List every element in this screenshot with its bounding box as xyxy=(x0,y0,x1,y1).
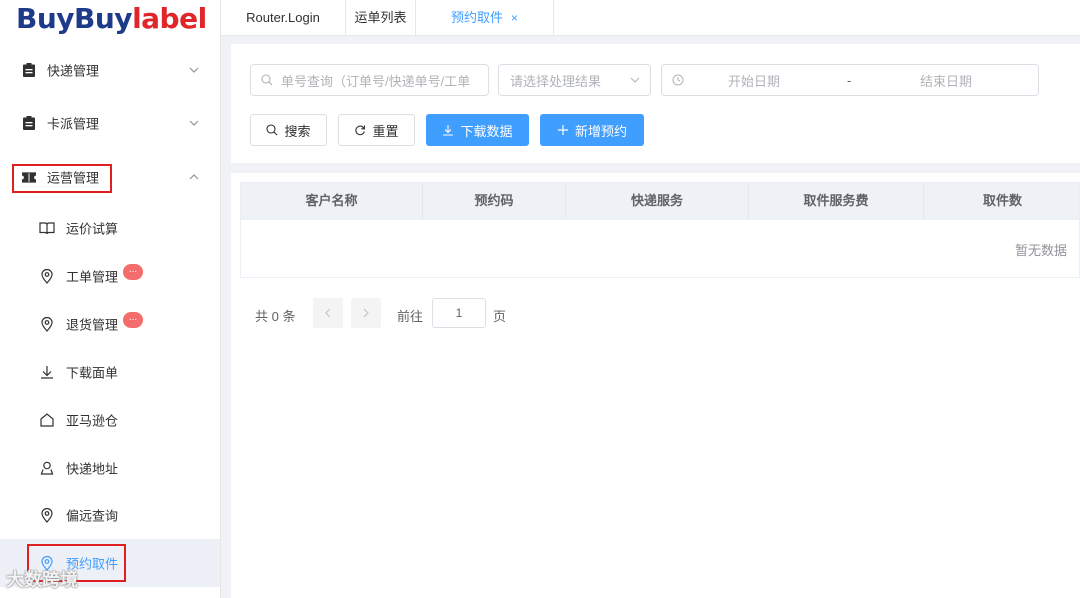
refresh-icon xyxy=(354,124,366,136)
download-data-button[interactable]: 下载数据 xyxy=(426,114,529,146)
download-data-button-label: 下载数据 xyxy=(460,123,513,139)
close-icon[interactable]: × xyxy=(511,11,518,25)
clock-icon xyxy=(672,74,684,86)
download-icon xyxy=(41,366,53,379)
sidebar-item-freight-calc[interactable]: 运价试算 xyxy=(0,204,220,252)
home-icon xyxy=(40,413,54,427)
pagination-goto-label: 前往 xyxy=(397,309,424,324)
pagination-page-suffix: 页 xyxy=(493,309,507,324)
main-content: 单号查询（订单号/快递单号/工单 请选择处理结果 开始日期 - 结束日期 搜索 … xyxy=(221,36,1080,598)
location-pin-icon xyxy=(41,507,53,523)
sidebar: BuyBuylabel 快递管理 卡派管理 运营管理 运价试算 工单管理 ...… xyxy=(0,0,221,598)
table-body: 暂无数据 xyxy=(240,220,1080,278)
filter-panel: 单号查询（订单号/快递单号/工单 请选择处理结果 开始日期 - 结束日期 搜索 … xyxy=(231,44,1080,163)
tab-bar: Router.Login 运单列表 预约取件 × xyxy=(221,0,1080,36)
empty-state-text: 暂无数据 xyxy=(1014,243,1067,258)
download-icon xyxy=(442,124,454,136)
sidebar-item-download-labels[interactable]: 下载面单 xyxy=(0,348,220,396)
search-icon xyxy=(266,124,278,136)
tab-pickup-booking[interactable]: 预约取件 × xyxy=(416,0,554,36)
next-page-button[interactable] xyxy=(351,298,381,328)
pagination-total: 共 0 条 xyxy=(255,309,296,324)
search-button[interactable]: 搜索 xyxy=(250,114,327,146)
notification-badge: ... xyxy=(123,264,143,280)
chevron-left-icon xyxy=(325,308,331,318)
chevron-right-icon xyxy=(363,308,369,318)
user-pin-icon xyxy=(40,461,54,475)
tab-router-login[interactable]: Router.Login xyxy=(221,0,346,36)
brand-logo-part2: label xyxy=(132,2,207,35)
column-header-customer[interactable]: 客户名称 xyxy=(241,183,423,219)
add-booking-button[interactable]: 新增预约 xyxy=(540,114,644,146)
add-booking-button-label: 新增预约 xyxy=(574,123,627,139)
start-date-input[interactable]: 开始日期 xyxy=(728,71,780,90)
reset-button-label: 重置 xyxy=(372,123,399,139)
column-header-booking-code[interactable]: 预约码 xyxy=(423,183,566,219)
app-root: BuyBuylabel 快递管理 卡派管理 运营管理 运价试算 工单管理 ...… xyxy=(0,0,1080,598)
sidebar-group-express[interactable]: 快递管理 xyxy=(0,44,220,96)
watermark: 大数跨境 xyxy=(6,570,78,590)
sidebar-item-remote-query[interactable]: 偏远查询 xyxy=(0,491,220,539)
sidebar-item-label: 下载面单 xyxy=(66,365,119,381)
column-header-pickup-count[interactable]: 取件数 xyxy=(924,183,1080,219)
clipboard-icon xyxy=(22,62,36,78)
sidebar-group-label: 卡派管理 xyxy=(47,116,100,132)
chevron-down-icon xyxy=(630,77,640,83)
search-placeholder: 单号查询（订单号/快递单号/工单 xyxy=(281,73,471,89)
sidebar-item-label: 偏远查询 xyxy=(66,508,119,524)
chevron-down-icon xyxy=(189,120,199,126)
sidebar-item-tickets[interactable]: 工单管理 ... xyxy=(0,252,220,300)
sidebar-item-label: 运价试算 xyxy=(66,221,119,237)
location-pin-icon xyxy=(41,268,53,284)
book-icon xyxy=(39,222,55,235)
reset-button[interactable]: 重置 xyxy=(338,114,415,146)
sidebar-item-label: 快递地址 xyxy=(66,461,119,477)
sidebar-group-label: 运营管理 xyxy=(47,170,100,186)
sidebar-item-express-address[interactable]: 快递地址 xyxy=(0,444,220,492)
brand-logo-part1: BuyBuy xyxy=(16,2,133,35)
ticket-icon xyxy=(22,169,36,185)
chevron-up-icon xyxy=(189,174,199,180)
column-header-pickup-fee[interactable]: 取件服务费 xyxy=(749,183,924,219)
sidebar-item-returns[interactable]: 退货管理 ... xyxy=(0,300,220,348)
result-select-placeholder: 请选择处理结果 xyxy=(510,73,602,89)
search-input[interactable]: 单号查询（订单号/快递单号/工单 xyxy=(250,64,489,96)
result-select[interactable]: 请选择处理结果 xyxy=(498,64,651,96)
sidebar-item-label: 退货管理 xyxy=(66,317,119,333)
chevron-down-icon xyxy=(189,67,199,73)
search-icon xyxy=(261,74,273,86)
sidebar-item-label: 工单管理 xyxy=(66,269,119,285)
sidebar-group-operations[interactable]: 运营管理 xyxy=(0,151,220,203)
sidebar-item-label: 亚马逊仓 xyxy=(66,413,119,429)
prev-page-button[interactable] xyxy=(313,298,343,328)
table-header: 客户名称 预约码 快递服务 取件服务费 取件数 xyxy=(240,182,1080,220)
date-separator: - xyxy=(847,72,852,88)
tab-label: 预约取件 xyxy=(450,10,503,25)
tab-label: Router.Login xyxy=(246,10,320,25)
tab-label: 运单列表 xyxy=(354,10,407,25)
search-button-label: 搜索 xyxy=(284,123,311,139)
location-pin-icon xyxy=(41,316,53,332)
column-header-express-service[interactable]: 快递服务 xyxy=(566,183,749,219)
sidebar-group-truck[interactable]: 卡派管理 xyxy=(0,97,220,149)
tab-waybill-list[interactable]: 运单列表 xyxy=(346,0,416,36)
sidebar-item-amazon-warehouse[interactable]: 亚马逊仓 xyxy=(0,396,220,444)
page-number-input[interactable]: 1 xyxy=(432,298,486,328)
notification-badge: ... xyxy=(123,312,143,328)
plus-icon xyxy=(557,124,569,136)
table-panel: 客户名称 预约码 快递服务 取件服务费 取件数 暂无数据 共 0 条 前往 1 … xyxy=(231,173,1080,598)
date-range-picker[interactable]: 开始日期 - 结束日期 xyxy=(661,64,1039,96)
clipboard-icon xyxy=(22,115,36,131)
brand-logo[interactable]: BuyBuylabel xyxy=(16,2,207,35)
sidebar-group-label: 快递管理 xyxy=(47,63,100,79)
end-date-input[interactable]: 结束日期 xyxy=(920,71,972,90)
